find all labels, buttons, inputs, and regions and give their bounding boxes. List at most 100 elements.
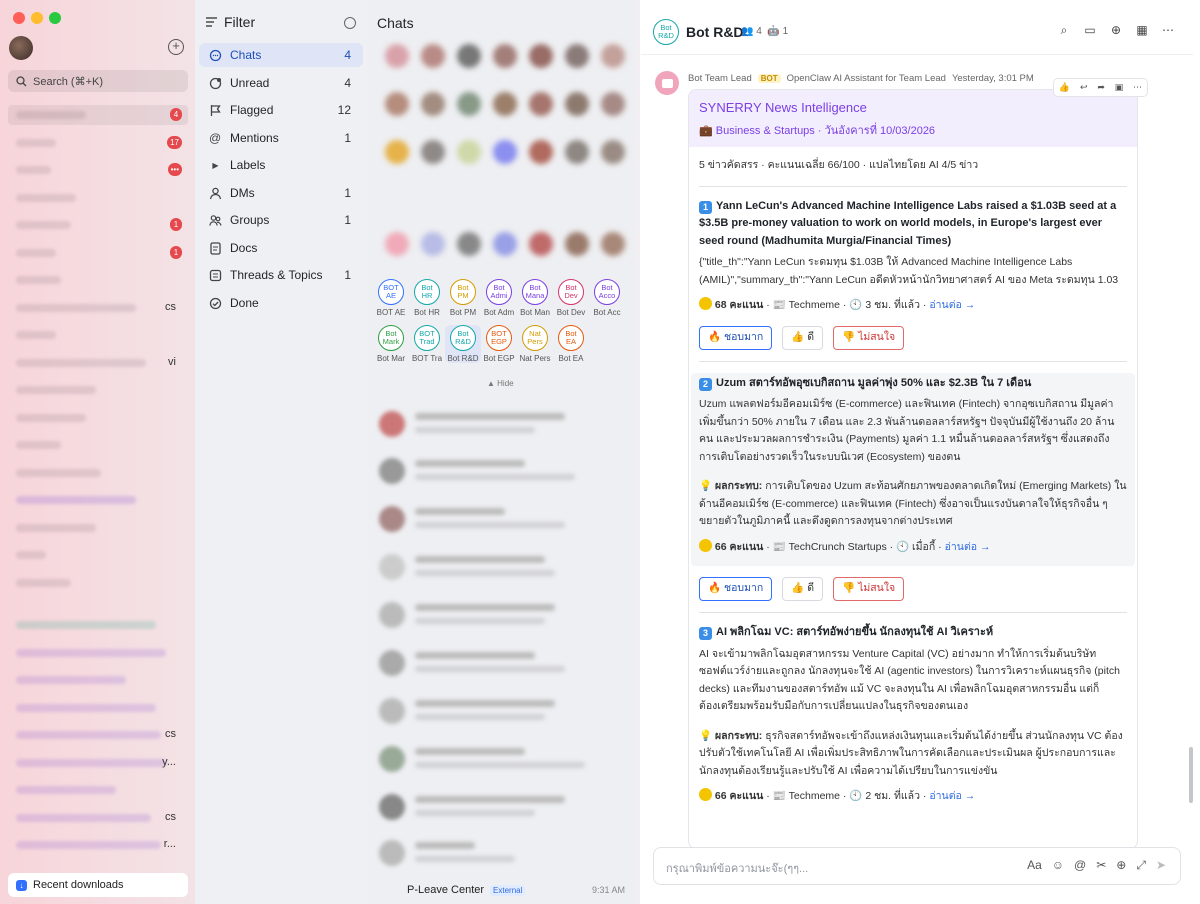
format-text-icon[interactable]: Aa (1027, 858, 1042, 873)
video-call-icon[interactable]: ▭ (1083, 23, 1097, 37)
chat-row[interactable] (375, 740, 625, 780)
chat-row[interactable] (375, 788, 625, 828)
sidebar-row[interactable] (8, 518, 188, 538)
search-input[interactable]: Search (⌘+K) (8, 70, 188, 92)
chat-avatar[interactable] (493, 92, 517, 116)
chat-row[interactable] (375, 834, 625, 874)
chat-search-icon[interactable]: ⌕ (1057, 23, 1071, 37)
message-composer[interactable]: กรุณาพิมพ์ข้อความนะจ๊ะ(ๆๆ... Aa ☺ @ ✂ ⊕ … (653, 847, 1181, 885)
filter-item-mentions[interactable]: @ Mentions 1 (199, 126, 363, 150)
chat-avatar[interactable] (457, 92, 481, 116)
sidebar-row[interactable] (8, 573, 188, 593)
bot-avatar-trade[interactable]: BOT Trad BOT Tra (409, 325, 445, 363)
sidebar-row[interactable] (8, 545, 188, 565)
sidebar-row[interactable] (8, 490, 188, 510)
sidebar-row[interactable] (8, 380, 188, 400)
sidebar-row[interactable] (8, 780, 188, 800)
user-avatar[interactable] (9, 36, 33, 60)
sidebar-row[interactable]: ••• (8, 160, 188, 180)
chat-avatar[interactable] (565, 92, 589, 116)
sidebar-row[interactable] (8, 698, 188, 718)
chat-avatar[interactable] (493, 140, 517, 164)
gear-icon[interactable] (344, 17, 356, 29)
chat-avatar[interactable] (529, 44, 553, 68)
filter-item-unread[interactable]: Unread 4 (199, 71, 363, 95)
bot-avatar-account[interactable]: Bot Acco Bot Acc (589, 279, 625, 317)
chat-avatar[interactable] (601, 232, 625, 256)
sidebar-row[interactable]: y... (8, 753, 188, 773)
bot-avatar-manager[interactable]: Bot Mana Bot Man (517, 279, 553, 317)
filter-item-labels[interactable]: ▶ Labels (199, 153, 363, 177)
add-attachment-icon[interactable]: ⊕ (1116, 858, 1126, 873)
like-button[interactable]: 👍 ดี (782, 325, 824, 350)
add-icon[interactable]: + (168, 39, 184, 55)
chat-row[interactable] (375, 644, 625, 684)
sender-name[interactable]: Bot Team Lead (688, 73, 752, 84)
filter-item-docs[interactable]: Docs (199, 236, 363, 260)
love-button[interactable]: 🔥 ชอบมาก (699, 325, 773, 350)
chat-row[interactable] (375, 452, 625, 492)
sidebar-row[interactable] (8, 408, 188, 428)
more-icon[interactable]: ⋯ (1161, 23, 1175, 37)
expand-icon[interactable]: ⤢ (1136, 858, 1146, 873)
filter-item-threads[interactable]: Threads & Topics 1 (199, 263, 363, 287)
like-button[interactable]: 👍 ดี (782, 577, 824, 601)
sidebar-row[interactable]: cs (8, 725, 188, 745)
sidebar-row[interactable]: 1 (8, 243, 188, 263)
sidebar-row[interactable] (8, 325, 188, 345)
dislike-button[interactable]: 👎 ไม่สนใจ (833, 325, 905, 350)
read-more-link[interactable]: อ่านต่อ → (929, 299, 975, 311)
chat-avatar[interactable] (385, 92, 409, 116)
chat-avatar[interactable] (385, 140, 409, 164)
chat-avatar[interactable] (601, 44, 625, 68)
thumbs-up-icon[interactable]: 👍 (1059, 82, 1070, 93)
chat-avatar[interactable] (457, 140, 481, 164)
sidebar-row[interactable]: vi (8, 353, 188, 373)
chat-avatar[interactable] (457, 232, 481, 256)
bot-avatar-hr[interactable]: Bot HR Bot HR (409, 279, 445, 317)
chat-avatar[interactable] (601, 92, 625, 116)
read-more-link[interactable]: อ่านต่อ → (945, 541, 991, 553)
add-member-icon[interactable]: ⊕ (1109, 23, 1123, 37)
chat-row[interactable] (375, 500, 625, 540)
sender-avatar[interactable] (655, 71, 679, 95)
send-icon[interactable]: ➤ (1156, 858, 1166, 873)
filter-item-groups[interactable]: Groups 1 (199, 208, 363, 232)
filter-item-done[interactable]: Done (199, 291, 363, 315)
chat-avatar[interactable] (421, 140, 445, 164)
bot-avatar-natpers[interactable]: Nat Pers Nat Pers (517, 325, 553, 363)
bot-avatar-dev[interactable]: Bot Dev Bot Dev (553, 279, 589, 317)
add-task-icon[interactable]: ▣ (1115, 82, 1124, 93)
chat-avatar[interactable] (421, 44, 445, 68)
chat-row[interactable] (375, 548, 625, 588)
love-button[interactable]: 🔥 ชอบมาก (699, 577, 773, 601)
conversation-title[interactable]: Bot R&D (686, 24, 744, 40)
chat-avatar[interactable] (565, 232, 589, 256)
filter-item-flagged[interactable]: Flagged 12 (199, 98, 363, 122)
group-avatar[interactable]: Bot R&D (653, 19, 679, 45)
chat-avatar[interactable] (421, 232, 445, 256)
chat-row[interactable] (375, 405, 625, 445)
chat-avatar[interactable] (565, 140, 589, 164)
chat-avatar[interactable] (457, 44, 481, 68)
sidebar-row[interactable]: cs (8, 808, 188, 828)
chat-row-pleave[interactable]: P-Leave Center External 9:31 AM (375, 880, 625, 900)
bot-avatar-pm[interactable]: Bot PM Bot PM (445, 279, 481, 317)
emoji-icon[interactable]: ☺ (1052, 858, 1064, 873)
bot-avatar-rnd[interactable]: Bot R&D Bot R&D (445, 325, 481, 363)
chat-avatar[interactable] (529, 232, 553, 256)
mention-icon[interactable]: @ (1074, 858, 1086, 873)
more-actions-icon[interactable]: ⋯ (1133, 82, 1142, 93)
chat-row[interactable] (375, 692, 625, 732)
forward-icon[interactable]: ➦ (1097, 82, 1105, 93)
filter-item-chats[interactable]: Chats 4 (199, 43, 363, 67)
sidebar-row[interactable] (8, 615, 188, 635)
chat-row[interactable] (375, 596, 625, 636)
hide-button[interactable]: ▲ Hide (487, 379, 514, 388)
sidebar-row[interactable] (8, 670, 188, 690)
calendar-icon[interactable]: ▦ (1135, 23, 1149, 37)
sidebar-row[interactable] (8, 188, 188, 208)
sidebar-row[interactable]: 4 (8, 105, 188, 125)
sidebar-row[interactable] (8, 643, 188, 663)
sidebar-row[interactable] (8, 435, 188, 455)
